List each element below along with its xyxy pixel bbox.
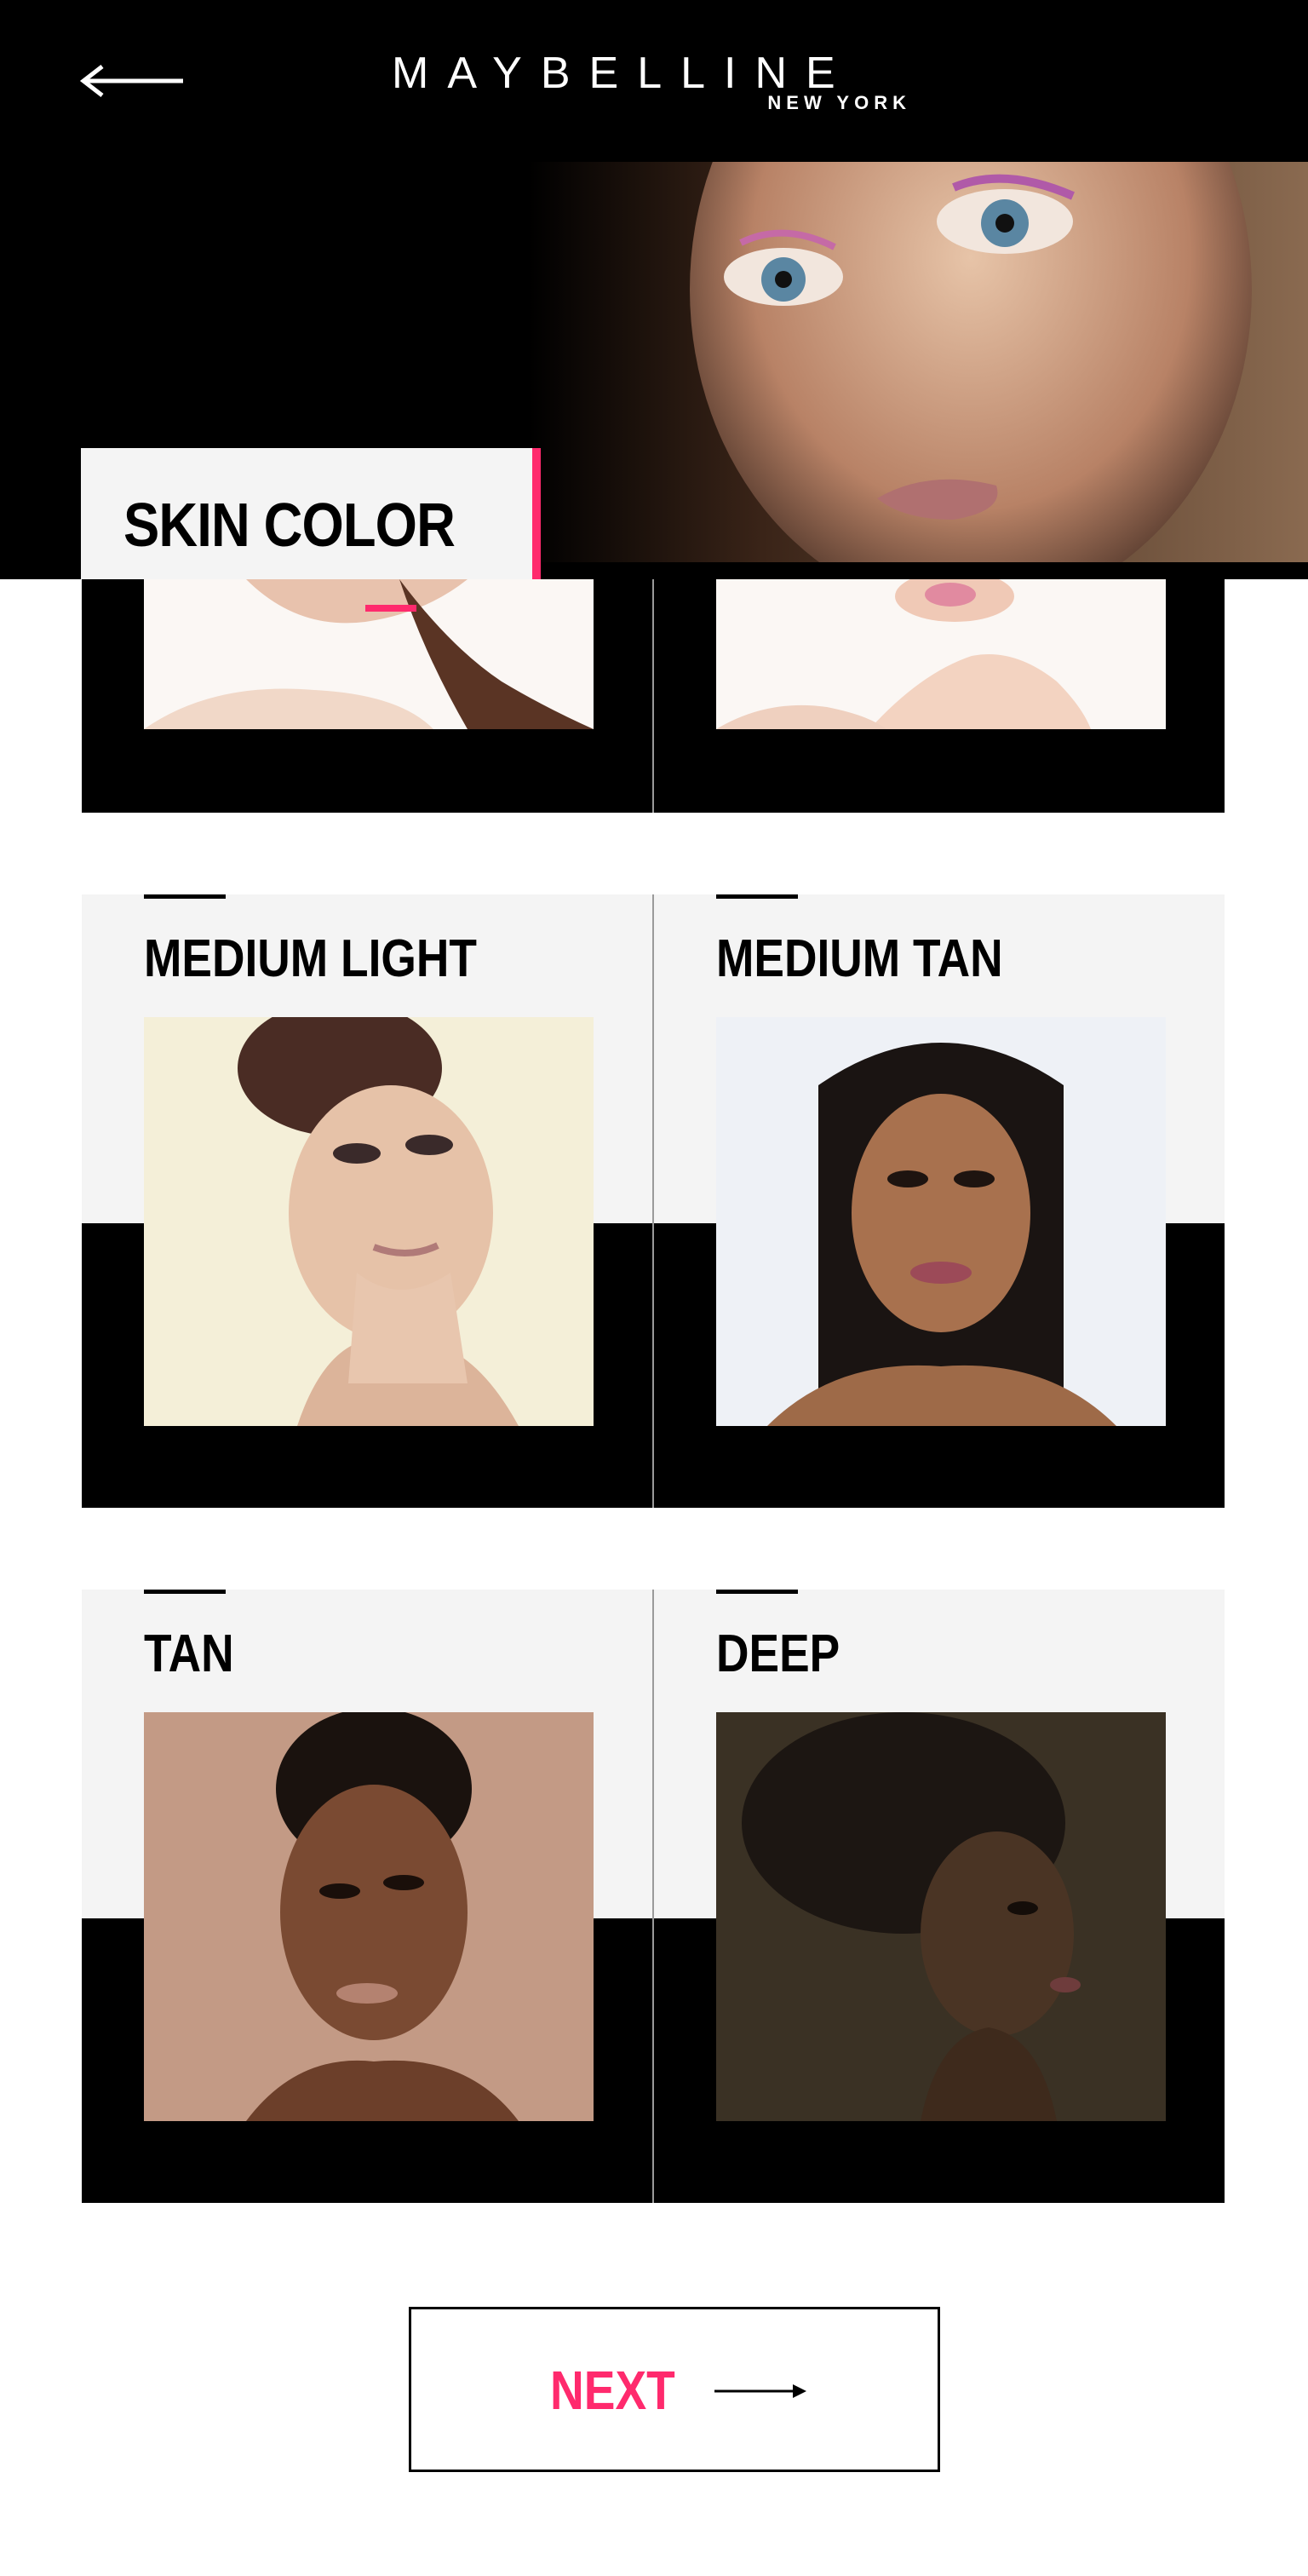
- brand-name: MAYBELLINE: [392, 49, 854, 98]
- brand-subtitle: NEW YORK: [767, 92, 911, 113]
- card-photo: [144, 1017, 594, 1426]
- skin-tone-card-1[interactable]: [82, 579, 652, 813]
- skin-tone-label: MEDIUM TAN: [716, 929, 1003, 988]
- card-photo: [716, 1017, 1166, 1426]
- arrow-left-icon[interactable]: [77, 60, 187, 102]
- card-photo: [716, 579, 1166, 729]
- skin-tone-label: MEDIUM LIGHT: [144, 929, 477, 988]
- card-line: [144, 894, 226, 899]
- skin-tone-card-medium-light[interactable]: MEDIUM LIGHT: [82, 894, 652, 1508]
- brand-logo: MAYBELLINE NEW YORK: [392, 49, 920, 118]
- skin-tone-card-tan[interactable]: TAN: [82, 1590, 652, 2203]
- card-line: [716, 894, 798, 899]
- row-divider: [652, 894, 654, 1508]
- row-divider: [652, 579, 654, 813]
- skin-tone-card-medium-tan[interactable]: MEDIUM TAN: [654, 894, 1225, 1508]
- row-divider: [652, 1590, 654, 2203]
- skin-tone-label: DEEP: [716, 1624, 840, 1683]
- next-label: NEXT: [550, 2360, 675, 2421]
- card-photo: [144, 579, 594, 729]
- next-button[interactable]: NEXT: [409, 2307, 940, 2472]
- page-title: SKIN COLOR: [123, 492, 456, 560]
- arrow-right-icon: [714, 2384, 806, 2398]
- card-photo: [716, 1712, 1166, 2121]
- card-line: [144, 1590, 226, 1594]
- card-line: [716, 1590, 798, 1594]
- skin-tone-card-deep[interactable]: DEEP: [654, 1590, 1225, 2203]
- card-photo: [144, 1712, 594, 2121]
- skin-tone-label: TAN: [144, 1624, 234, 1683]
- skin-tone-card-2[interactable]: [654, 579, 1225, 813]
- hero-image: [528, 162, 1308, 571]
